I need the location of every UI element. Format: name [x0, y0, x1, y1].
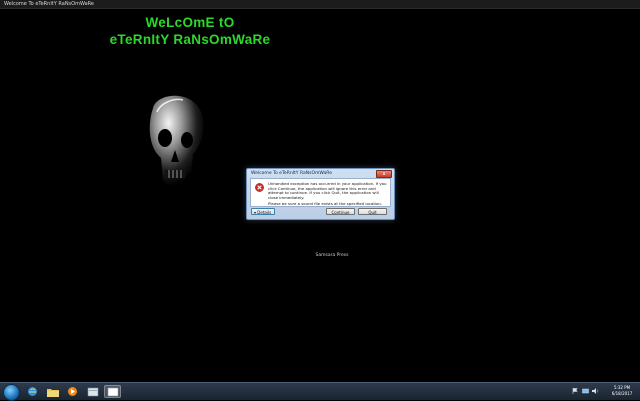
flag-icon[interactable] [572, 388, 578, 394]
error-icon [255, 183, 264, 192]
volume-icon[interactable] [592, 388, 599, 394]
credit-text: Samsara Press [315, 253, 349, 258]
start-button[interactable] [3, 384, 20, 401]
headline-line-2: eTeRnItY RaNsOmWaRe [109, 32, 271, 47]
folder-icon[interactable] [44, 385, 61, 398]
clock[interactable]: 5:32 PM 6/18/2017 [610, 385, 634, 396]
skull-image [149, 95, 204, 187]
system-tray: 5:32 PM 6/18/2017 [554, 384, 634, 399]
headline-line-1: WeLcOmE tO [145, 15, 235, 30]
network-icon[interactable] [582, 388, 589, 394]
quit-button[interactable]: Quit [358, 208, 387, 215]
app-icon[interactable] [84, 385, 101, 398]
window-title: Welcome To eTeRnItY RaNsOmWaRe [4, 1, 94, 7]
internet-explorer-icon[interactable] [24, 385, 41, 398]
clock-date: 6/18/2017 [611, 390, 633, 396]
dialog-message-2: Please be sure a sound file exists at th… [268, 201, 383, 207]
dialog-body: Unhandled exception has occurred in your… [250, 178, 391, 207]
ransom-headline: WeLcOmE tO eTeRnItY RaNsOmWaRe [100, 14, 280, 48]
details-label: Details [257, 210, 272, 215]
dialog-message-1: Unhandled exception has occurred in your… [268, 181, 387, 200]
dialog-message: Unhandled exception has occurred in your… [268, 181, 387, 209]
dialog-close-button[interactable]: x [376, 170, 392, 178]
error-dialog: Welcome To eTeRnItY RaNsOmWaRe x Unhandl… [246, 168, 395, 220]
taskbar: 5:32 PM 6/18/2017 [0, 382, 640, 401]
window-icon[interactable] [104, 385, 121, 398]
continue-button[interactable]: Continue [326, 208, 355, 215]
dialog-title: Welcome To eTeRnItY RaNsOmWaRe [251, 171, 332, 176]
window-title-bar: Welcome To eTeRnItY RaNsOmWaRe [0, 0, 640, 9]
media-player-icon[interactable] [64, 385, 81, 398]
details-button[interactable]: ▾ Details [251, 208, 275, 215]
